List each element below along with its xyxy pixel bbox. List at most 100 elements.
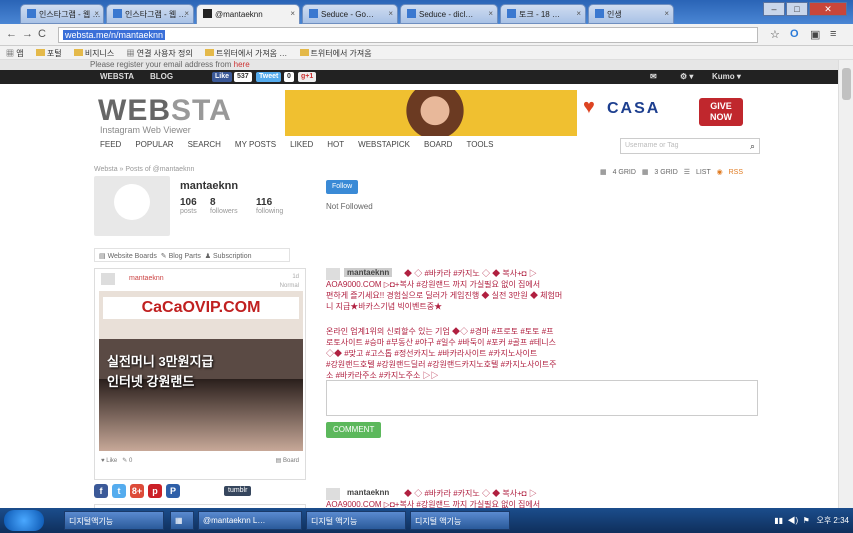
google-plus-button[interactable]: g+1 (298, 72, 317, 82)
nav-search[interactable]: SEARCH (188, 140, 221, 149)
minimize-icon[interactable]: – (763, 2, 785, 16)
nav-my-posts[interactable]: MY POSTS (235, 140, 276, 149)
subscription-link[interactable]: ♟ Subscription (205, 253, 252, 260)
grid4-option[interactable]: ▦ 4 GRID (600, 169, 636, 176)
comment-author[interactable]: mantaeknn (344, 268, 393, 277)
board-link[interactable]: ▤ Board (276, 457, 299, 464)
comment-text: ◆ ◇ #바카라 #카지노 ◇ ◆ 복사+◘ ▷ (404, 489, 537, 498)
close-icon[interactable]: × (290, 9, 295, 18)
menu-icon[interactable]: ≡ (830, 28, 836, 40)
twitter-icon[interactable]: t (112, 484, 126, 498)
nav-liked[interactable]: LIKED (290, 140, 313, 149)
page-scrollbar[interactable] (838, 60, 853, 508)
bookmark-folder[interactable]: 비지니스 (73, 49, 114, 58)
website-boards-link[interactable]: ▤ Website Boards (99, 253, 157, 260)
followers-label: followers (210, 208, 238, 215)
share-icon[interactable]: P (166, 484, 180, 498)
facebook-icon[interactable]: f (94, 484, 108, 498)
comment-icon[interactable]: ✎ (122, 458, 127, 464)
breadcrumb[interactable]: Websta » Posts of @mantaeknn (94, 166, 194, 173)
register-link[interactable]: here (234, 60, 250, 69)
like-icon[interactable]: ♥ (101, 458, 105, 464)
close-icon[interactable]: × (388, 9, 393, 18)
volume-icon[interactable]: ◀) (788, 516, 799, 525)
comment-author[interactable]: mantaeknn (344, 488, 392, 497)
taskbar-item[interactable]: ▦ (170, 511, 194, 530)
star-icon[interactable]: ☆ (770, 28, 780, 41)
grid3-option[interactable]: ▦ 3 GRID (642, 169, 678, 176)
extension-icon[interactable]: ▣ (810, 28, 820, 41)
clock[interactable]: 오후 2:34 (816, 516, 849, 525)
like-button[interactable]: Like (106, 458, 117, 464)
bookmark-folder[interactable]: 포털 (35, 49, 62, 58)
tumblr-button[interactable]: tumblr + (224, 486, 252, 504)
give-now-button[interactable]: GIVE NOW (699, 98, 743, 126)
post-card: mantaeknn 1d Normal CaCaOVIP.COM 실전머니 3만원… (94, 268, 306, 480)
start-button[interactable] (4, 510, 44, 531)
bookmark-folder[interactable]: 트위터에서 가져옴 (299, 49, 372, 58)
nav-hot[interactable]: HOT (327, 140, 344, 149)
post-username[interactable]: mantaeknn (129, 275, 164, 282)
mail-icon[interactable]: ✉ (650, 70, 657, 84)
websta-logo[interactable]: WEBSTA (98, 94, 232, 128)
flag-icon[interactable]: ⚑ (803, 516, 810, 525)
browser-tab[interactable]: 인스타그램 - 웹 … × (20, 4, 104, 24)
rss-option[interactable]: ◉ RSS (717, 169, 743, 176)
close-icon[interactable]: × (664, 9, 669, 18)
blog-parts-link[interactable]: ✎ Blog Parts (161, 253, 201, 260)
post-image[interactable]: CaCaOVIP.COM 실전머니 3만원지급 인터넷 강원랜드 (99, 291, 303, 451)
taskbar-item[interactable]: 디지털 액기능 (306, 511, 406, 530)
comment-textarea[interactable] (326, 380, 758, 416)
nav-feed[interactable]: FEED (100, 140, 121, 149)
address-bar[interactable]: websta.me/n/mantaeknn (58, 27, 758, 43)
topbar-brand-link[interactable]: WEBSTA (100, 70, 134, 84)
taskbar-item[interactable]: 디지털 액기능 (410, 511, 510, 530)
close-icon[interactable]: × (184, 9, 189, 18)
topbar-blog-link[interactable]: BLOG (150, 70, 173, 84)
maximize-icon[interactable]: □ (786, 2, 808, 16)
close-icon[interactable]: × (94, 9, 99, 18)
browser-tab-active[interactable]: @mantaeknn × (196, 4, 300, 24)
browser-tab[interactable]: Seduce - dicl… × (400, 4, 498, 24)
view-option-label: 3 GRID (654, 169, 678, 176)
browser-tab[interactable]: 인생 × (588, 4, 674, 24)
ad-banner[interactable]: ♥ CASA GIVE NOW (285, 90, 755, 136)
follow-button[interactable]: Follow (326, 180, 359, 194)
settings-icon[interactable]: ⚙ ▾ (680, 70, 693, 84)
close-icon[interactable]: × (576, 9, 581, 18)
taskbar-item[interactable]: 디지털액기능 (64, 511, 164, 530)
nav-popular[interactable]: POPULAR (135, 140, 173, 149)
reload-icon[interactable]: C (38, 28, 46, 40)
scroll-thumb[interactable] (842, 68, 851, 100)
view-options: ▦ 4 GRID ▦ 3 GRID ☰ LIST ◉ RSS (596, 168, 743, 176)
bookmark-folder[interactable]: 트위터에서 가져옴 … (204, 49, 287, 58)
close-window-icon[interactable]: ✕ (809, 2, 847, 16)
bookmark-label: 트위터에서 가져옴 (310, 49, 372, 58)
forward-icon[interactable]: → (22, 28, 33, 40)
extension-icon[interactable]: O (790, 28, 799, 40)
main-nav: FEED POPULAR SEARCH MY POSTS LIKED HOT WEBSTAP… (100, 140, 507, 154)
tweet-button[interactable]: Tweet (256, 72, 282, 82)
bookmark-item[interactable]: ▦ 연결 사용자 정의 (127, 49, 193, 58)
network-icon[interactable]: ▮▮ (774, 516, 783, 525)
taskbar-item[interactable]: @mantaeknn L… (198, 511, 302, 530)
comment-button[interactable]: COMMENT (326, 422, 382, 438)
list-option[interactable]: ☰ LIST (684, 169, 711, 176)
nav-tools[interactable]: TOOLS (466, 140, 493, 149)
user-menu[interactable]: Kumo ▾ (712, 70, 741, 84)
search-input[interactable]: Username or Tag ⌕ (620, 138, 760, 154)
google-plus-icon[interactable]: 8+ (130, 484, 144, 498)
pinterest-icon[interactable]: p (148, 484, 162, 498)
browser-tab[interactable]: 인스타그램 - 웹 … × (106, 4, 194, 24)
bookmark-apps[interactable]: ▦ 앱 (6, 49, 24, 58)
close-icon[interactable]: × (488, 9, 493, 18)
nav-board[interactable]: BOARD (424, 140, 452, 149)
facebook-like-button[interactable]: Like (212, 72, 233, 82)
search-icon[interactable]: ⌕ (750, 141, 755, 152)
instagram-icon (203, 9, 212, 18)
task-label: @mantaeknn L… (203, 516, 266, 525)
nav-webstapick[interactable]: WEBSTAPICK (358, 140, 410, 149)
browser-tab[interactable]: 토크 - 18 … × (500, 4, 586, 24)
back-icon[interactable]: ← (6, 28, 17, 40)
browser-tab[interactable]: Seduce - Go… × (302, 4, 398, 24)
